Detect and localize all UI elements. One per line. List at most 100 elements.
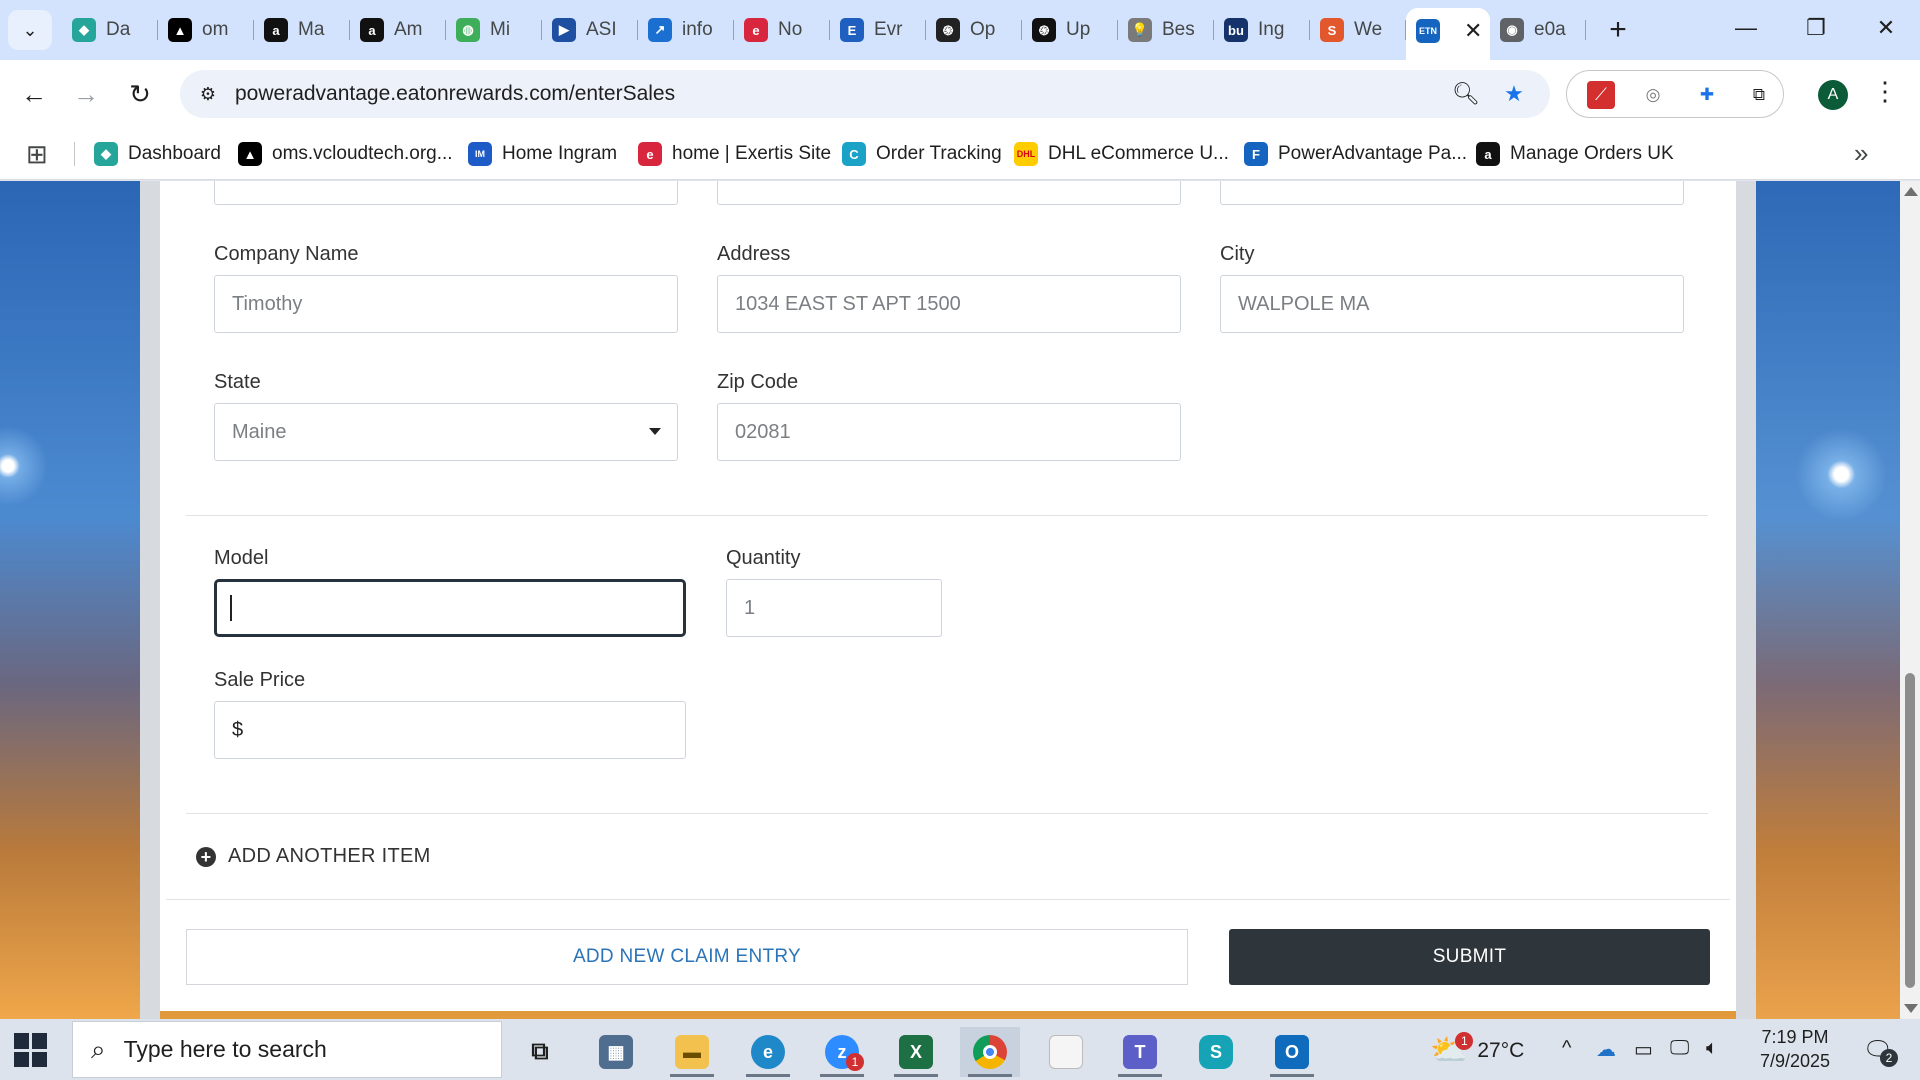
taskbar-search-box[interactable]: ⌕ Type here to search (72, 1021, 502, 1078)
address-label: Address (717, 243, 791, 265)
weather-widget[interactable]: ⛅ 1 27°C (1430, 1032, 1524, 1068)
browser-tab[interactable]: ◉ e0a (1490, 8, 1586, 52)
outlook-app[interactable]: O (1262, 1027, 1322, 1077)
close-window-button[interactable]: ✕ (1856, 8, 1916, 48)
pdf-extension-icon[interactable]: ⟋ (1587, 81, 1615, 109)
network-icon[interactable]: 🖵︎ (1670, 1037, 1689, 1060)
browser-tab[interactable]: ▶ ASI (542, 8, 638, 52)
sale-price-input[interactable]: $ (214, 701, 686, 759)
excel-app[interactable]: X (886, 1027, 946, 1077)
bookmark-star-icon[interactable]: ★ (1498, 78, 1530, 110)
profile-avatar[interactable]: A (1818, 80, 1848, 110)
chrome-app[interactable] (960, 1027, 1020, 1077)
tab-search-button[interactable]: ⌄ (8, 10, 52, 50)
bookmark-item[interactable]: IM Home Ingram (468, 140, 617, 168)
address-bar[interactable]: ⚙ poweradvantage.eatonrewards.com/enterS… (180, 70, 1550, 118)
globe-extension-icon[interactable]: ◎ (1639, 81, 1667, 109)
asi-favicon: ▶ (552, 18, 576, 42)
browser-tab[interactable]: a Am (350, 8, 446, 52)
weather-badge: 1 (1455, 1032, 1474, 1050)
back-button[interactable]: ← (14, 74, 54, 114)
edge-app[interactable]: e (738, 1027, 798, 1077)
tab-title: No (778, 19, 803, 40)
system-clock[interactable]: 7:19 PM 7/9/2025 (1740, 1025, 1850, 1073)
zoom-icon[interactable]: 🔍︎ (1450, 78, 1482, 110)
site-info-icon[interactable]: ⚙ (194, 80, 222, 108)
extensions-puzzle-icon[interactable]: ⧉ (1745, 81, 1773, 109)
browser-tab[interactable]: ֍ Op (926, 8, 1022, 52)
scrollbar-thumb[interactable] (1905, 673, 1915, 988)
prior-field-3[interactable] (1220, 181, 1684, 205)
prior-field-2[interactable] (717, 181, 1181, 205)
page-gutter-right (1736, 181, 1756, 1019)
tab-title: Op (970, 19, 996, 40)
notification-count-badge: 2 (1880, 1049, 1898, 1067)
windows-start-button[interactable] (14, 1033, 48, 1067)
browser-tab[interactable]: ◍ Mi (446, 8, 542, 52)
we-favicon: S (1320, 18, 1344, 42)
bookmark-favicon-icon: ◆ (94, 142, 118, 166)
battery-icon[interactable]: ▭ (1634, 1037, 1653, 1062)
browser-tab[interactable]: ◆ Da (62, 8, 158, 52)
city-input[interactable]: WALPOLE MA (1220, 275, 1684, 333)
submit-button[interactable]: SUBMIT (1229, 929, 1710, 985)
add-another-item-button[interactable]: + ADD ANOTHER ITEM (196, 845, 431, 868)
browser-tab[interactable]: ↗ info (638, 8, 734, 52)
browser-tab[interactable]: ֍ Up (1022, 8, 1118, 52)
windows-logo-icon-part (32, 1051, 47, 1067)
show-hidden-icons-chevron-icon[interactable]: ^ (1562, 1037, 1571, 1060)
amazon-favicon: a (264, 18, 288, 42)
restore-button[interactable]: ❐ (1786, 8, 1846, 48)
calculator-app[interactable]: ▦ (586, 1027, 646, 1077)
zoom-app[interactable]: z1 (812, 1027, 872, 1077)
signal-app[interactable]: S (1186, 1027, 1246, 1077)
bookmark-label: oms.vcloudtech.org... (272, 143, 453, 164)
page-scrollbar[interactable] (1900, 181, 1920, 1019)
browser-tab[interactable]: ETN ✕ (1406, 8, 1490, 60)
browser-tab[interactable]: a Ma (254, 8, 350, 52)
add-new-claim-entry-button[interactable]: ADD NEW CLAIM ENTRY (186, 929, 1188, 985)
bookmark-item[interactable]: e home | Exertis Site (638, 140, 831, 168)
tab-title: Evr (874, 19, 903, 40)
bookmark-item[interactable]: ▲ oms.vcloudtech.org... (238, 140, 453, 168)
url-text[interactable]: poweradvantage.eatonrewards.com/enterSal… (235, 82, 675, 106)
zip-code-input[interactable]: 02081 (717, 403, 1181, 461)
scroll-down-arrow-icon[interactable] (1904, 1004, 1918, 1013)
scroll-up-arrow-icon[interactable] (1904, 187, 1918, 196)
onedrive-cloud-icon[interactable]: ☁ (1596, 1037, 1616, 1062)
browser-tab[interactable]: S We (1310, 8, 1406, 52)
reload-button[interactable]: ↻ (120, 74, 160, 114)
browser-tab[interactable]: bu Ing (1214, 8, 1310, 52)
state-select[interactable]: Maine (214, 403, 678, 461)
bookmark-item[interactable]: a Manage Orders UK (1476, 140, 1674, 168)
bookmark-item[interactable]: DHL DHL eCommerce U... (1014, 140, 1229, 168)
more-bookmarks-icon[interactable]: » (1854, 138, 1868, 169)
forward-button[interactable]: → (66, 74, 106, 114)
quantity-input[interactable]: 1 (726, 579, 942, 637)
address-input[interactable]: 1034 EAST ST APT 1500 (717, 275, 1181, 333)
state-label: State (214, 371, 261, 393)
task-view-button[interactable]: ⧉ (510, 1027, 570, 1077)
bookmark-item[interactable]: F PowerAdvantage Pa... (1244, 140, 1467, 168)
notepad-app[interactable] (1036, 1027, 1096, 1077)
browser-menu-icon[interactable]: ⋮ (1872, 76, 1898, 107)
teams-app[interactable]: T (1110, 1027, 1170, 1077)
browser-tab[interactable]: E Evr (830, 8, 926, 52)
minimize-button[interactable]: — (1716, 8, 1776, 48)
notification-center-button[interactable]: 🗨︎ 2 (1856, 1031, 1900, 1069)
lifebuoy-extension-icon[interactable]: ✚ (1693, 81, 1721, 109)
bookmark-item[interactable]: C Order Tracking (842, 140, 1002, 168)
model-input[interactable] (214, 579, 686, 637)
prior-field-1[interactable] (214, 181, 678, 205)
close-tab-icon[interactable]: ✕ (1464, 18, 1482, 44)
company-name-input[interactable]: Timothy (214, 275, 678, 333)
file-explorer-app[interactable]: ▬ (662, 1027, 722, 1077)
apps-grid-icon[interactable]: ⊞ (26, 139, 48, 170)
new-tab-button[interactable]: + (1600, 12, 1636, 48)
browser-tab[interactable]: e No (734, 8, 830, 52)
sales-entry-form: Company Name Timothy Address 1034 EAST S… (160, 181, 1736, 1011)
browser-tab[interactable]: ▲ om (158, 8, 254, 52)
volume-icon[interactable]: 🔈︎ (1706, 1037, 1718, 1060)
browser-tab[interactable]: 💡 Bes (1118, 8, 1214, 52)
bookmark-item[interactable]: ◆ Dashboard (94, 140, 221, 168)
